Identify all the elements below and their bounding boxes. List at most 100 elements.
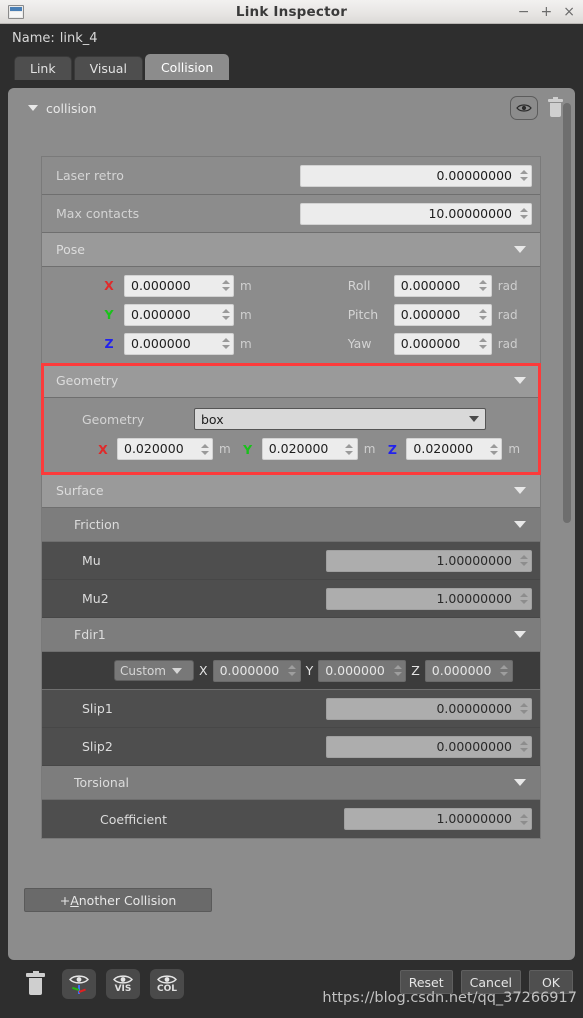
- col-caption: COL: [157, 984, 177, 994]
- mu-stepper[interactable]: [518, 551, 531, 571]
- watermark-text: https://blog.csdn.net/qq_37266917: [322, 990, 577, 1006]
- scrollbar-thumb[interactable]: [563, 103, 571, 523]
- eye-icon[interactable]: [510, 96, 538, 120]
- pose-y-unit: m: [240, 307, 252, 322]
- collision-section-header[interactable]: collision: [8, 88, 575, 128]
- pose-z-input[interactable]: 0.000000: [124, 332, 234, 355]
- geometry-z-input[interactable]: 0.020000: [406, 438, 503, 460]
- mu-input[interactable]: 1.00000000: [326, 549, 532, 572]
- fdir1-z-input[interactable]: 0.000000: [424, 659, 513, 682]
- max-contacts-input[interactable]: 10.00000000: [300, 202, 532, 225]
- link-name-row: Name: link_4: [0, 24, 583, 52]
- coefficient-value: 1.00000000: [436, 811, 512, 826]
- coefficient-stepper[interactable]: [518, 809, 531, 829]
- close-button[interactable]: ×: [563, 5, 575, 19]
- slip2-input[interactable]: 0.00000000: [326, 735, 532, 758]
- fdir1-x-stepper[interactable]: [287, 661, 300, 681]
- geometry-y-stepper[interactable]: [344, 439, 357, 459]
- pose-z-stepper[interactable]: [220, 334, 233, 354]
- fdir1-y-stepper[interactable]: [392, 661, 405, 681]
- section-surface[interactable]: Surface: [42, 474, 540, 508]
- geometry-y-input[interactable]: 0.020000: [261, 438, 358, 460]
- name-value: link_4: [59, 30, 98, 46]
- slip1-label: Slip1: [82, 701, 113, 716]
- mu2-stepper[interactable]: [518, 589, 531, 609]
- chevron-down-icon: [514, 779, 526, 786]
- pose-z-axis-label: Z: [104, 336, 114, 351]
- window-controls: − + ×: [518, 0, 575, 24]
- pose-roll-stepper[interactable]: [478, 276, 491, 296]
- chevron-down-icon: [514, 487, 526, 494]
- slip2-value: 0.00000000: [436, 738, 512, 754]
- tab-link[interactable]: Link: [14, 56, 72, 80]
- eye-vis-icon[interactable]: VIS: [106, 969, 140, 999]
- fdir1-x-input[interactable]: 0.000000: [212, 659, 301, 682]
- pose-x-input[interactable]: 0.000000: [124, 274, 234, 297]
- geometry-type-row: Geometry box: [42, 404, 540, 434]
- pose-y-input[interactable]: 0.000000: [124, 303, 234, 326]
- geometry-y-axis-label: Y: [243, 441, 253, 457]
- eye-col-icon[interactable]: COL: [150, 969, 184, 999]
- geometry-z-value: 0.020000: [413, 441, 474, 456]
- another-collision-mnemonic: A: [70, 892, 79, 908]
- slip1-input[interactable]: 0.00000000: [326, 697, 532, 720]
- geometry-z-stepper[interactable]: [488, 439, 501, 459]
- mu2-input[interactable]: 1.00000000: [326, 587, 532, 610]
- fdir1-mode-select[interactable]: Custom: [114, 660, 194, 681]
- pose-pitch-input[interactable]: 0.000000: [393, 303, 492, 326]
- pose-pitch-stepper[interactable]: [478, 305, 491, 325]
- another-collision-prefix: +: [59, 892, 71, 908]
- max-contacts-value: 10.00000000: [428, 205, 512, 221]
- vis-caption: VIS: [114, 984, 132, 994]
- section-friction[interactable]: Friction: [42, 508, 540, 542]
- tab-collision[interactable]: Collision: [144, 54, 230, 80]
- geometry-body: Geometry box X 0.020000 m Y 0.020000 m Z…: [42, 398, 540, 474]
- geometry-x-value: 0.020000: [124, 441, 184, 456]
- max-contacts-stepper[interactable]: [518, 204, 531, 224]
- section-fdir1[interactable]: Fdir1: [42, 618, 540, 652]
- window-title: Link Inspector: [235, 3, 348, 20]
- fdir1-body: Custom X 0.000000 Y 0.000000 Z 0.000000: [42, 652, 540, 690]
- laser-retro-stepper[interactable]: [518, 166, 531, 186]
- geometry-y-value: 0.020000: [268, 441, 329, 456]
- coefficient-input[interactable]: 1.00000000: [344, 808, 532, 830]
- pose-z-unit: m: [240, 336, 252, 351]
- tab-visual[interactable]: Visual: [73, 56, 143, 80]
- slip1-stepper[interactable]: [518, 699, 531, 719]
- pose-row-z: Z 0.000000 m Yaw 0.000000 rad: [42, 329, 540, 358]
- pose-yaw-stepper[interactable]: [478, 334, 491, 354]
- geometry-x-stepper[interactable]: [199, 439, 212, 459]
- section-torsional[interactable]: Torsional: [42, 766, 540, 800]
- row-mu: Mu 1.00000000: [42, 542, 540, 580]
- pose-x-stepper[interactable]: [220, 276, 233, 296]
- slip2-stepper[interactable]: [518, 737, 531, 757]
- bottom-bar: VIS COL Reset Cancel OK https://blog.csd…: [0, 962, 583, 1018]
- geometry-title: Geometry: [56, 373, 119, 388]
- laser-retro-input[interactable]: 0.00000000: [300, 164, 532, 187]
- pose-roll-input[interactable]: 0.000000: [393, 274, 492, 297]
- fdir1-z-stepper[interactable]: [499, 661, 512, 681]
- pose-roll-value: 0.000000: [400, 277, 461, 293]
- mu-value: 1.00000000: [436, 552, 512, 568]
- vertical-scrollbar[interactable]: [561, 94, 573, 954]
- geometry-type-select[interactable]: box: [194, 408, 486, 430]
- mu-label: Mu: [82, 553, 101, 568]
- section-geometry[interactable]: Geometry: [42, 364, 540, 398]
- minimize-button[interactable]: −: [518, 5, 530, 19]
- pose-yaw-input[interactable]: 0.000000: [393, 332, 492, 355]
- add-another-collision-button[interactable]: + Another Collision: [24, 888, 212, 912]
- fdir1-title: Fdir1: [74, 627, 106, 642]
- section-pose[interactable]: Pose: [42, 233, 540, 267]
- maximize-button[interactable]: +: [541, 5, 553, 19]
- chevron-down-icon: [514, 246, 526, 253]
- geometry-x-input[interactable]: 0.020000: [117, 438, 213, 460]
- pose-yaw-label: Yaw: [347, 336, 372, 351]
- pose-title: Pose: [56, 242, 85, 257]
- trash-icon[interactable]: [18, 969, 52, 999]
- collision-title: collision: [46, 100, 97, 116]
- slip1-value: 0.00000000: [436, 700, 512, 716]
- eye-axes-icon[interactable]: [62, 969, 96, 999]
- fdir1-y-input[interactable]: 0.000000: [318, 659, 407, 682]
- pose-y-stepper[interactable]: [220, 305, 233, 325]
- pose-yaw-unit: rad: [497, 336, 518, 351]
